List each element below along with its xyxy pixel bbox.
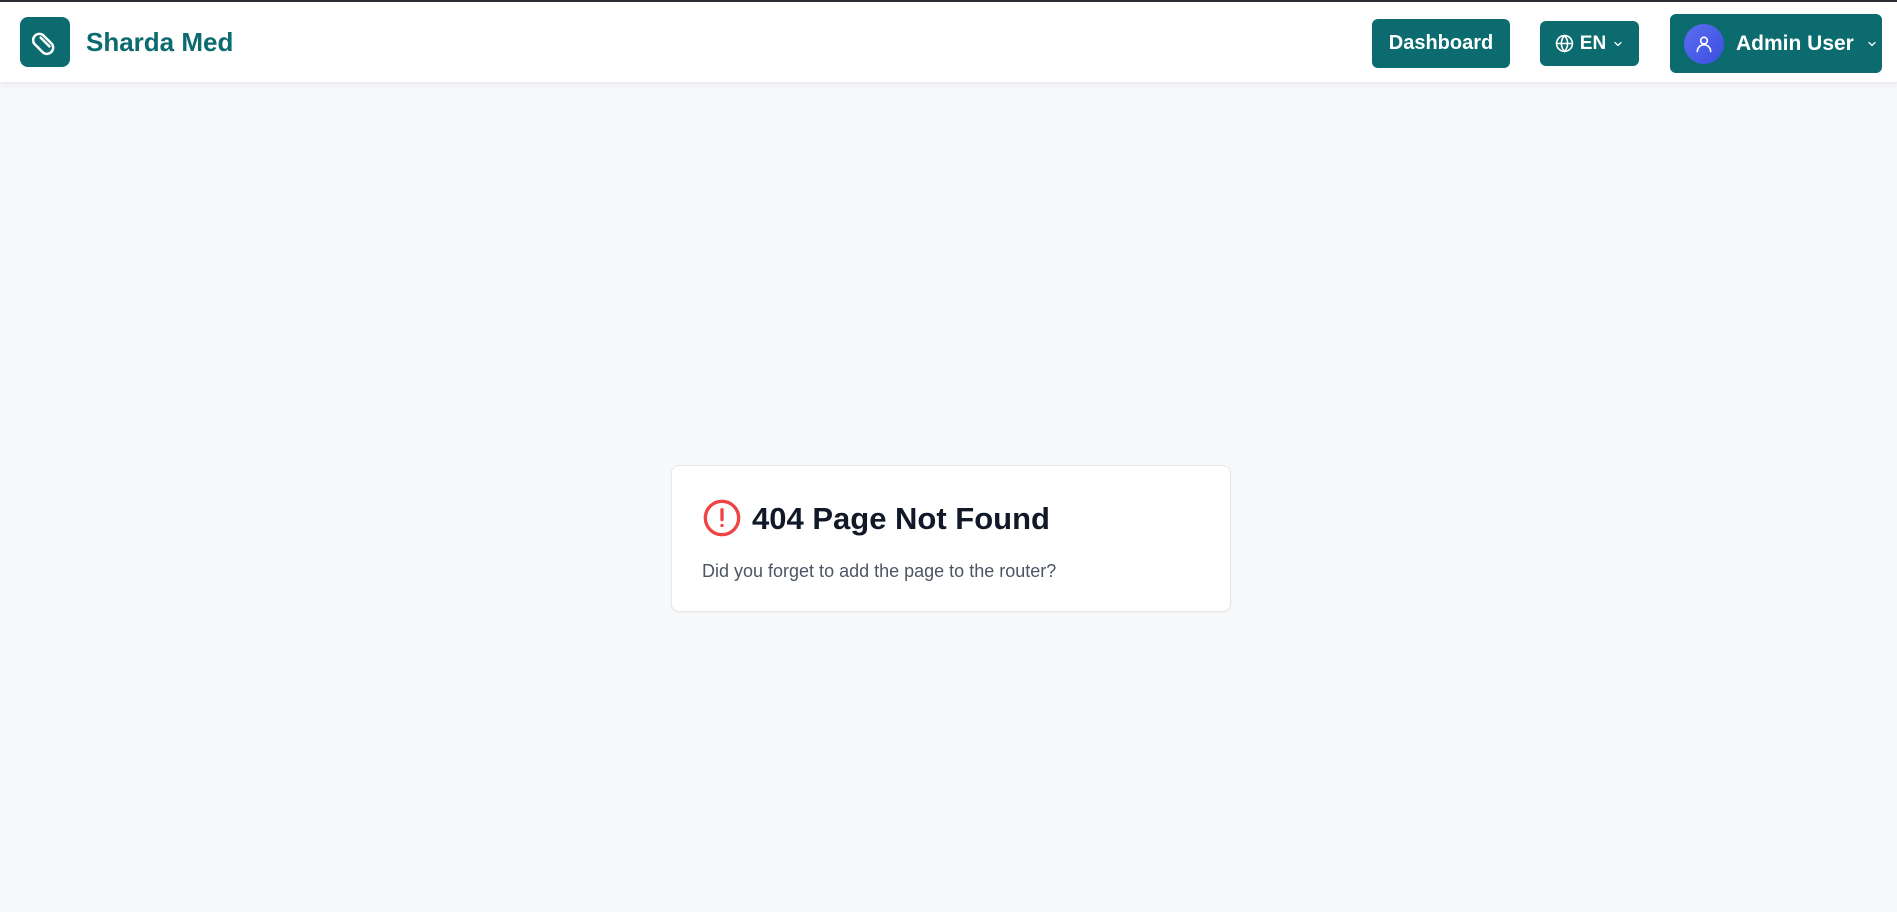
language-selector[interactable]: EN xyxy=(1540,21,1639,66)
alert-circle-icon xyxy=(702,498,742,538)
not-found-title-row: 404 Page Not Found xyxy=(702,498,1050,538)
chevron-down-icon xyxy=(1612,38,1624,50)
dashboard-button[interactable]: Dashboard xyxy=(1372,19,1510,68)
brand[interactable]: Sharda Med xyxy=(20,17,233,67)
language-label: EN xyxy=(1579,32,1607,54)
globe-icon xyxy=(1555,34,1574,53)
user-icon xyxy=(1684,23,1724,64)
pill-icon xyxy=(20,17,70,67)
not-found-card: 404 Page Not Found Did you forget to add… xyxy=(671,465,1231,612)
dashboard-button-label: Dashboard xyxy=(1388,32,1494,54)
chevron-down-icon xyxy=(1866,38,1878,50)
not-found-description: Did you forget to add the page to the ro… xyxy=(702,561,1057,581)
brand-name: Sharda Med xyxy=(86,27,234,57)
top-navbar: Sharda Med Dashboard EN Admin User xyxy=(0,2,1897,83)
not-found-title: 404 Page Not Found xyxy=(752,500,1050,536)
user-menu-button[interactable]: Admin User xyxy=(1670,14,1882,73)
user-name: Admin User xyxy=(1736,31,1854,55)
